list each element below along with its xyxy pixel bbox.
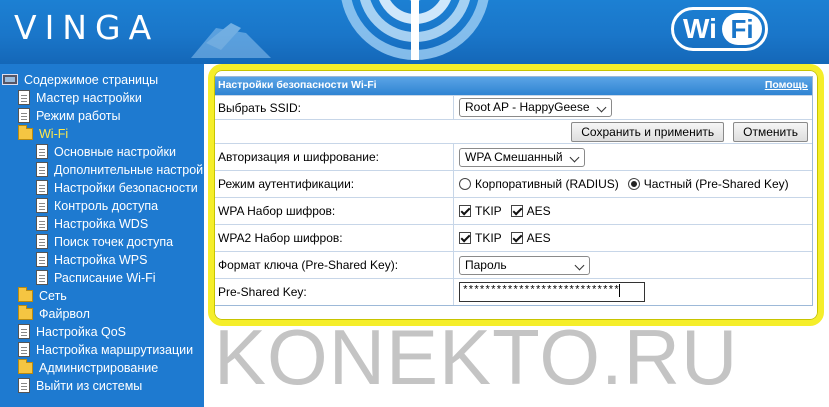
sidebar-item-operation-mode[interactable]: Режим работы	[18, 107, 120, 125]
open-folder-icon	[18, 125, 33, 140]
sidebar-item-access-control[interactable]: Контроль доступа	[36, 197, 158, 215]
document-icon	[36, 270, 48, 285]
sidebar-item-wifi-schedule[interactable]: Расписание Wi-Fi	[36, 269, 156, 287]
antenna-signal-graphic	[341, 0, 489, 60]
sidebar-item-label: Основные настройки	[54, 145, 176, 159]
sidebar-item-label: Wi-Fi	[39, 127, 69, 141]
document-icon	[36, 252, 48, 267]
sidebar-item-wds[interactable]: Настройка WDS	[36, 215, 148, 233]
document-icon	[36, 162, 48, 177]
sidebar-item-label: Администрирование	[39, 361, 159, 375]
document-icon	[36, 144, 48, 159]
folder-icon	[18, 305, 33, 320]
sidebar-item-label: Выйти из системы	[36, 379, 143, 393]
computer-icon	[2, 74, 18, 85]
sidebar-item-label: Сеть	[39, 289, 67, 303]
yellow-highlight-frame	[208, 64, 824, 326]
sidebar-nav-tree: Содержимое страницы Мастер настройки Реж…	[0, 64, 204, 407]
sidebar-item-administration[interactable]: Администрирование	[18, 359, 158, 377]
document-icon	[18, 342, 30, 357]
document-icon	[36, 216, 48, 231]
sidebar-item-label: Настройка QoS	[36, 325, 127, 339]
sidebar-item-wifi[interactable]: Wi-Fi	[18, 125, 68, 143]
folder-icon	[18, 287, 33, 302]
sidebar-item-routing[interactable]: Настройка маршрутизации	[18, 341, 193, 359]
sidebar-item-network[interactable]: Сеть	[18, 287, 67, 305]
sidebar-item-site-survey[interactable]: Поиск точек доступа	[36, 233, 173, 251]
sidebar-item-label: Режим работы	[36, 109, 121, 123]
sidebar-item-label: Мастер настройки	[36, 91, 142, 105]
sidebar-item-advanced-settings[interactable]: Дополнительные настрой	[36, 161, 203, 179]
sidebar-item-logout[interactable]: Выйти из системы	[18, 377, 142, 395]
sidebar-item-setup-wizard[interactable]: Мастер настройки	[18, 89, 142, 107]
wifi-badge-fi: Fi	[722, 13, 762, 45]
document-icon	[18, 90, 30, 105]
sidebar-item-label: Настройка маршрутизации	[36, 343, 194, 357]
sidebar-item-label: Настройка WDS	[54, 217, 149, 231]
sidebar-item-firewall[interactable]: Файрвол	[18, 305, 90, 323]
sidebar-root[interactable]: Содержимое страницы	[2, 71, 158, 89]
folder-icon	[18, 359, 33, 374]
sidebar-root-label: Содержимое страницы	[24, 73, 159, 87]
sidebar-item-basic-settings[interactable]: Основные настройки	[36, 143, 176, 161]
document-icon	[36, 198, 48, 213]
sidebar-item-label: Дополнительные настрой	[54, 163, 204, 177]
sidebar-item-label: Расписание Wi-Fi	[54, 271, 156, 285]
header-banner: VINGA Wi Fi	[0, 0, 829, 64]
sidebar-item-label: Поиск точек доступа	[54, 235, 174, 249]
hands-keyboard-graphic	[191, 23, 271, 58]
sidebar-item-wps[interactable]: Настройка WPS	[36, 251, 147, 269]
document-icon	[36, 180, 48, 195]
document-icon	[18, 378, 30, 393]
document-icon	[18, 108, 30, 123]
sidebar-item-label: Файрвол	[39, 307, 90, 321]
sidebar-item-qos[interactable]: Настройка QoS	[18, 323, 126, 341]
sidebar-item-label: Настройки безопасности	[54, 181, 198, 195]
sidebar-item-label: Настройка WPS	[54, 253, 148, 267]
document-icon	[18, 324, 30, 339]
wifi-logo-badge: Wi Fi	[671, 7, 768, 51]
document-icon	[36, 234, 48, 249]
sidebar-item-security-settings[interactable]: Настройки безопасности	[36, 179, 198, 197]
wifi-badge-wi: Wi	[683, 13, 717, 44]
sidebar-item-label: Контроль доступа	[54, 199, 159, 213]
vinga-logo: VINGA	[14, 8, 160, 47]
